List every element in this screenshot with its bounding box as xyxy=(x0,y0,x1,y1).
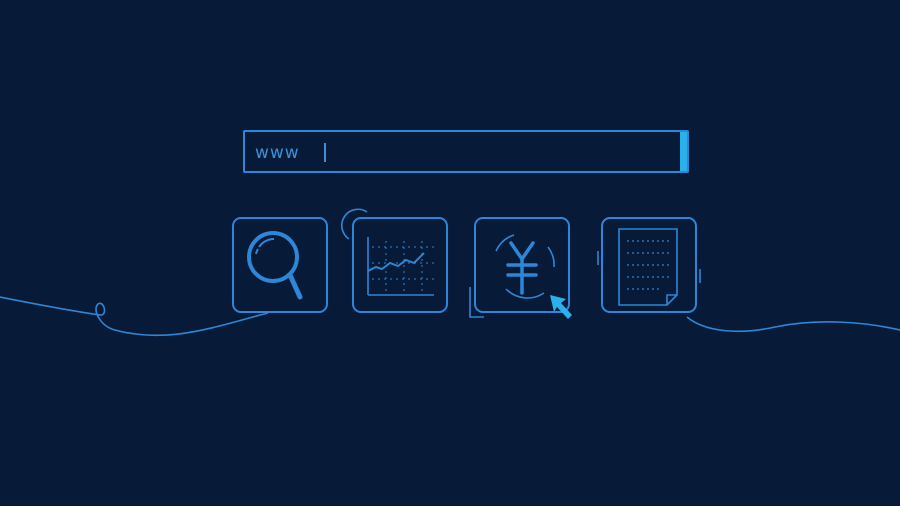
cursor-arrow-icon xyxy=(550,295,572,319)
chart-tile[interactable] xyxy=(340,208,448,313)
url-search-bar[interactable]: www xyxy=(243,130,689,173)
search-tile[interactable] xyxy=(232,217,328,313)
document-icon xyxy=(597,217,701,313)
url-prefix: www xyxy=(255,143,300,163)
text-caret xyxy=(324,143,326,162)
search-bar-end-cap xyxy=(680,132,687,171)
document-tile[interactable] xyxy=(597,217,701,313)
illustration-canvas: www xyxy=(0,0,900,506)
decorative-wave-line xyxy=(0,296,900,337)
magnifier-icon xyxy=(232,217,328,313)
line-chart-icon xyxy=(340,208,448,313)
